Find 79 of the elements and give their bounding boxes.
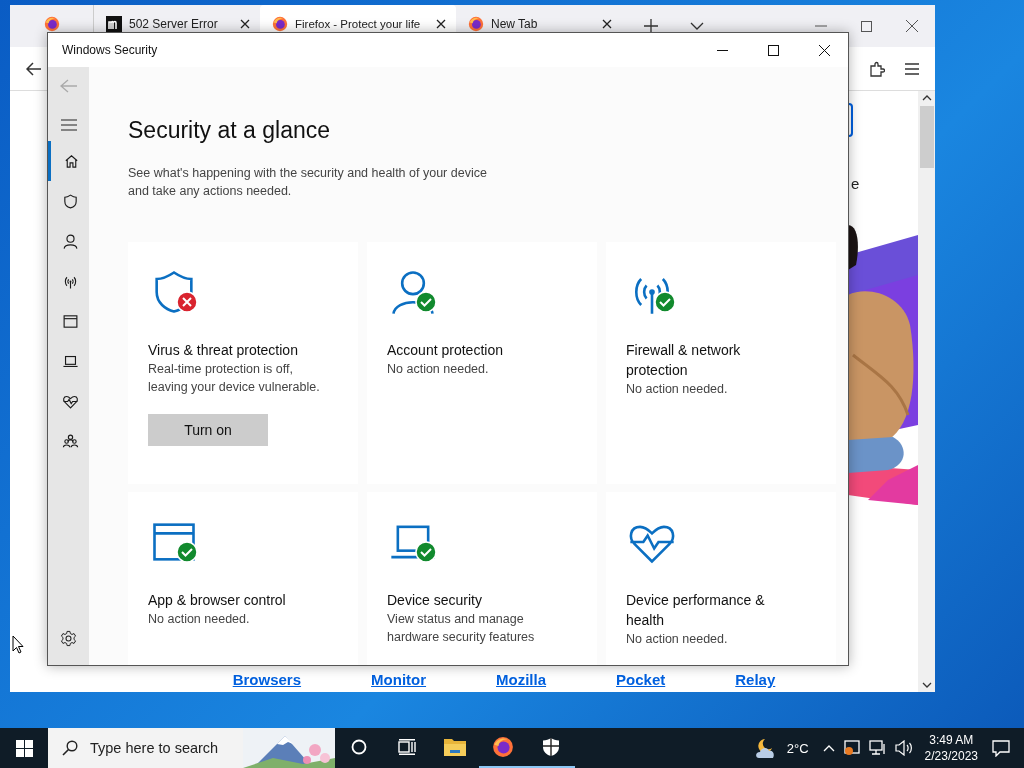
security-tile[interactable]: Virus & threat protection Real-time protection is off, leaving your device vulnerable. Turn on: [128, 242, 358, 484]
speaker-icon[interactable]: [894, 740, 913, 756]
firefox-icon: [272, 15, 288, 32]
page-heading: Security at a glance: [128, 117, 331, 144]
page-text: e: [851, 175, 860, 192]
close-tab-icon[interactable]: [602, 18, 612, 29]
settings-icon[interactable]: [60, 630, 77, 647]
back-arrow-icon[interactable]: [26, 61, 42, 76]
footer-link[interactable]: Pocket: [616, 671, 666, 688]
security-tile[interactable]: Firewall & network protection No action needed.: [606, 242, 836, 484]
shield-icon: [542, 737, 560, 757]
tile-description: No action needed.: [148, 611, 251, 628]
firefox-icon: [492, 736, 514, 758]
close-icon[interactable]: [906, 20, 918, 32]
clock[interactable]: 3:49 AM 2/23/2023: [924, 732, 978, 764]
scroll-up-icon[interactable]: [921, 95, 932, 101]
security-tile[interactable]: Device security View status and manage hardware security features: [367, 492, 597, 665]
footer-link[interactable]: Mozilla: [496, 671, 547, 688]
tile-description: Real-time protection is off, leaving your device vulnerable.: [148, 361, 321, 396]
window-title: Windows Security: [62, 43, 158, 57]
tile-description: No action needed.: [626, 381, 729, 398]
puzzle-icon[interactable]: [869, 60, 885, 77]
turn-on-button[interactable]: Turn on: [148, 414, 268, 446]
browser-tab[interactable]: New Tab: [456, 5, 622, 32]
browser-window-icon: [61, 312, 79, 330]
menu-icon[interactable]: [905, 62, 919, 75]
check-badge-icon: [654, 291, 676, 313]
firefox-icon: [468, 15, 484, 32]
firefox-icon: [43, 15, 60, 32]
network-icon[interactable]: [868, 740, 887, 756]
browser-tab[interactable]: Firefox - Protect your life: [260, 5, 456, 32]
scroll-down-icon[interactable]: [921, 682, 932, 688]
tile-description: No action needed.: [387, 361, 490, 378]
task-view-icon: [398, 739, 416, 755]
folder-icon: [444, 738, 466, 756]
tile-title: Virus & threat protection: [148, 341, 299, 360]
scrollbar[interactable]: [918, 91, 935, 692]
circle-icon: [351, 739, 367, 755]
scroll-thumb[interactable]: [919, 106, 934, 168]
person-icon: [61, 232, 79, 250]
menu-icon[interactable]: [60, 119, 77, 131]
tile-description: No action needed.: [626, 631, 729, 648]
security-tile[interactable]: App & browser control No action needed.: [128, 492, 358, 665]
tile-title: Device security: [387, 591, 483, 610]
chevron-down-icon[interactable]: [690, 22, 704, 30]
security-tile[interactable]: Device performance & health No action needed.: [606, 492, 836, 665]
home-icon: [63, 152, 80, 170]
shield-icon: [61, 192, 79, 210]
tile-description: View status and manage hardware security features: [387, 611, 536, 646]
notification-icon[interactable]: [992, 739, 1010, 757]
tile-title: App & browser control: [148, 591, 287, 610]
tile-title: Account protection: [387, 341, 504, 360]
check-badge-icon: [176, 541, 198, 563]
temperature-text: 2°C: [786, 740, 809, 756]
check-badge-icon: [415, 541, 437, 563]
windows-logo-icon[interactable]: [16, 739, 33, 757]
chevron-up-icon[interactable]: [822, 744, 835, 752]
new-tab-icon[interactable]: [644, 19, 658, 33]
close-icon[interactable]: [819, 44, 830, 56]
maximize-icon[interactable]: [768, 44, 779, 56]
clock-time: 3:49 AM: [929, 732, 974, 748]
footer-link[interactable]: Relay: [735, 671, 776, 688]
close-tab-icon[interactable]: [436, 18, 446, 29]
defender-status-icon[interactable]: [842, 740, 861, 756]
tile-title: Device performance & health: [626, 591, 766, 630]
clock-date: 2/23/2023: [924, 748, 978, 764]
search-icon: [62, 740, 78, 756]
page-description: See what's happening with the security and health of your device and take any actions needed.: [128, 165, 488, 200]
tile-title: Firewall & network protection: [626, 341, 742, 380]
error-badge-icon: [176, 291, 198, 313]
search-field[interactable]: Type here to search: [88, 739, 233, 757]
check-badge-icon: [415, 291, 437, 313]
family-icon: [61, 432, 79, 450]
footer-link[interactable]: Monitor: [371, 671, 427, 688]
footer-link[interactable]: Browsers: [232, 671, 302, 688]
maximize-icon[interactable]: [861, 20, 872, 32]
browser-tab[interactable]: 502 Server Error: [94, 5, 260, 32]
security-tile[interactable]: Account protection No action needed.: [367, 242, 597, 484]
close-tab-icon[interactable]: [240, 18, 250, 29]
